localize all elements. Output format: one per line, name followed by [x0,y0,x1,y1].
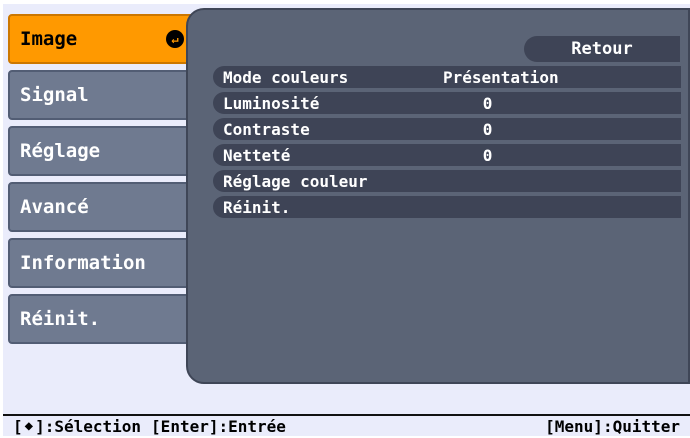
tab-reinit[interactable]: Réinit. [8,294,194,344]
menu-hint: [Menu]:Quitter [545,416,680,436]
tab-label: Information [20,252,146,274]
tab-image[interactable]: Image ↵ [8,14,194,64]
back-button[interactable]: Retour [524,36,680,62]
statusbar: [ ◆ ]:Sélection [Enter]:Entrée [Menu]:Qu… [3,414,690,436]
enter-hint: [Enter]:Entrée [151,416,286,436]
tab-reglage[interactable]: Réglage [8,126,194,176]
row-label: Contraste [223,119,310,139]
tab-label: Avancé [20,196,89,218]
row-value: 0 [482,119,493,139]
tab-label: Réinit. [20,308,101,330]
row-luminosite[interactable]: Luminosité 0 [213,92,681,114]
tab-label: Signal [20,84,89,106]
tab-signal[interactable]: Signal [8,70,194,120]
row-label: Luminosité [223,93,320,113]
status-hints: [ ◆ ]:Sélection [Enter]:Entrée [13,417,286,436]
tab-label: Réglage [20,140,101,162]
row-label: Réglage couleur [223,171,368,191]
select-prefix: [ [13,416,23,436]
row-contraste[interactable]: Contraste 0 [213,118,681,140]
row-value: 0 [482,145,493,165]
tab-avance[interactable]: Avancé [8,182,194,232]
select-hint: ]:Sélection [35,416,142,436]
row-nettete[interactable]: Netteté 0 [213,144,681,166]
row-label: Netteté [223,145,291,165]
row-value: Présentation [443,67,559,87]
row-label: Mode couleurs [223,67,349,87]
row-mode-couleurs[interactable]: Mode couleurs Présentation [213,66,681,88]
tab-information[interactable]: Information [8,238,194,288]
row-label: Réinit. [223,197,291,217]
row-reglage-couleur[interactable]: Réglage couleur [213,170,681,192]
row-reinit[interactable]: Réinit. [213,196,681,218]
updown-arrow-icon: ◆ [24,418,34,434]
enter-icon: ↵ [166,30,184,48]
tab-label: Image [20,28,78,50]
row-value: 0 [482,93,493,113]
